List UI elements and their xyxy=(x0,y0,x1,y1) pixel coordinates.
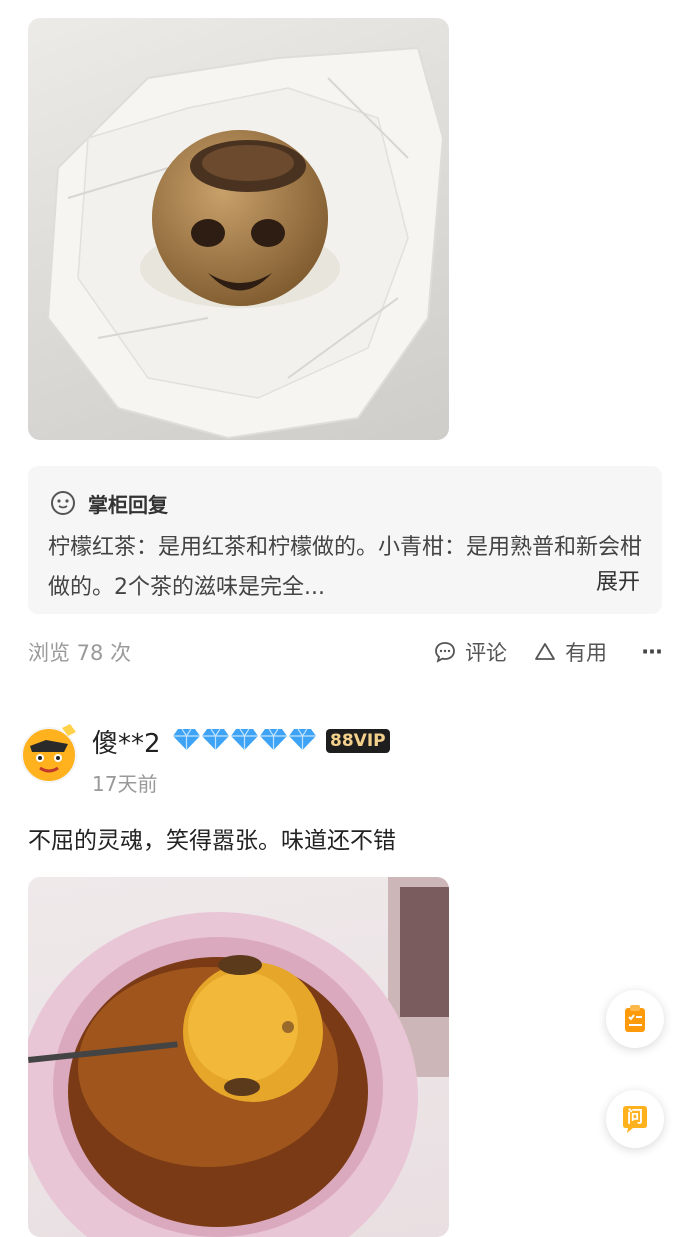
comment-label: 评论 xyxy=(465,641,508,665)
reply-text: 柠檬红茶：是用红茶和柠檬做的。小青柑：是用熟普和新会柑做的。2个茶的滋味是完全.… xyxy=(48,535,643,600)
comment-icon xyxy=(435,642,455,663)
thumb-up-triangle-icon xyxy=(535,643,555,660)
tea-cup-photo xyxy=(28,877,449,1237)
view-count: 浏览 78 次 xyxy=(28,641,132,665)
vip-badge: 88VIP xyxy=(326,729,390,753)
review-actions: 评论 有用 ··· xyxy=(407,637,663,667)
username[interactable]: 傻**2 xyxy=(92,723,161,760)
diamond-icon xyxy=(260,728,287,750)
floating-ask-button[interactable]: 问 xyxy=(606,1090,664,1148)
review-time: 17天前 xyxy=(92,772,158,796)
merchant-smile-icon xyxy=(51,491,75,515)
floating-list-button[interactable] xyxy=(606,990,664,1048)
reply-header: 掌柜回复 xyxy=(50,488,168,518)
useful-label: 有用 xyxy=(565,641,608,665)
diamond-icon xyxy=(289,728,316,750)
diamond-icon xyxy=(202,728,229,750)
useful-button[interactable]: 有用 xyxy=(533,637,607,667)
comment-button[interactable]: 评论 xyxy=(433,637,507,667)
review-meta-row: 浏览 78 次 评论 有用 ··· xyxy=(28,634,663,670)
review-photo-2[interactable] xyxy=(28,877,449,1237)
expand-button[interactable]: 展开 xyxy=(596,564,640,596)
more-button[interactable]: ··· xyxy=(633,640,663,664)
citrus-tea-photo xyxy=(46,46,445,440)
review-photo-1[interactable] xyxy=(28,18,449,440)
diamond-icon xyxy=(173,728,200,750)
more-icon: ··· xyxy=(641,640,663,664)
avatar[interactable] xyxy=(18,722,80,784)
diamond-icon xyxy=(231,728,258,750)
ask-label: 问 xyxy=(626,1107,643,1126)
review-comment: 不屈的灵魂，笑得嚣张。味道还不错 xyxy=(28,828,396,854)
clipboard-list-icon xyxy=(625,1005,645,1032)
reply-title: 掌柜回复 xyxy=(88,492,168,517)
member-level-diamonds xyxy=(172,727,317,751)
merchant-reply-box: 掌柜回复 柠檬红茶：是用红茶和柠檬做的。小青柑：是用熟普和新会柑做的。2个茶的滋… xyxy=(28,466,662,614)
